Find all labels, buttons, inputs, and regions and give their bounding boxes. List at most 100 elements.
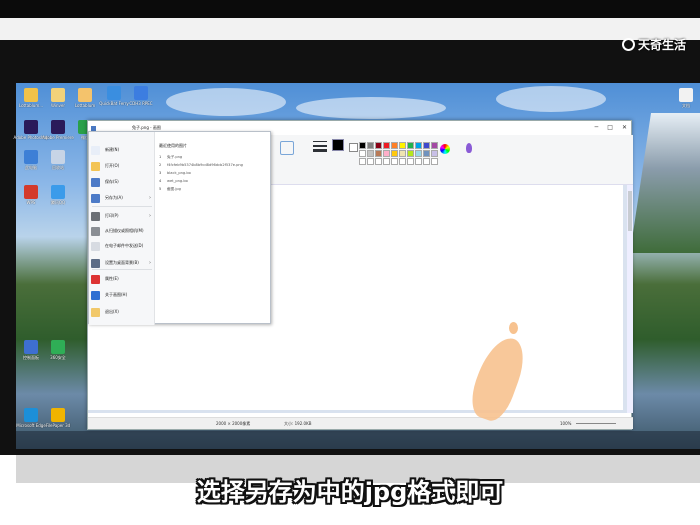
maximize-icon[interactable]: □ xyxy=(607,124,613,131)
file-menu-item-label: 设置为桌面背景(B) xyxy=(105,260,139,265)
close-icon[interactable]: ✕ xyxy=(622,124,627,131)
file-menu-item[interactable]: 关于画图(H) xyxy=(91,288,153,302)
shapes-icon[interactable] xyxy=(280,141,294,155)
desktop-icon-label: CDH3 RPEC xyxy=(129,101,153,106)
desktop-icon[interactable]: 回收站 xyxy=(47,150,69,171)
palette-swatch[interactable] xyxy=(431,158,438,165)
palette-swatch[interactable] xyxy=(399,150,406,157)
color1-swatch[interactable] xyxy=(332,139,344,151)
desktop-icon[interactable]: QuickBat Ferry xyxy=(99,86,129,106)
palette-swatch[interactable] xyxy=(367,142,374,149)
chevron-right-icon: › xyxy=(149,260,151,266)
palette-swatch[interactable] xyxy=(367,158,374,165)
desktop-icon[interactable]: 此电脑 xyxy=(20,150,42,171)
desktop-icon[interactable]: Winver xyxy=(47,88,69,108)
email-icon xyxy=(91,241,100,251)
app-icon xyxy=(24,120,38,134)
recent-picture-item[interactable]: 2 f4fcfeb9b5374b8b9cd8d96dcb2f537e.png xyxy=(159,163,243,167)
vertical-scrollbar[interactable] xyxy=(627,185,633,413)
palette-swatch[interactable] xyxy=(407,158,414,165)
palette-swatch[interactable] xyxy=(391,158,398,165)
palette-swatch[interactable] xyxy=(407,150,414,157)
open-folder-icon xyxy=(91,161,100,171)
recent-picture-item[interactable]: 5 截图.jpg xyxy=(159,187,181,192)
desktop-icon[interactable]: Lottablum xyxy=(74,88,96,108)
minimize-icon[interactable]: ─ xyxy=(595,124,599,131)
desktop-icon[interactable]: 腾讯QQ xyxy=(47,185,69,206)
desktop-icon[interactable]: FilePaper 3d xyxy=(46,408,70,428)
color2-swatch[interactable] xyxy=(349,143,358,152)
file-menu-item[interactable]: 退出(X) xyxy=(91,305,153,319)
desktop-icon[interactable]: Adobe Photoshop xyxy=(14,120,48,140)
desktop-icon-label: QuickBat Ferry xyxy=(99,101,129,106)
file-menu-item[interactable]: 另存为(A) › xyxy=(91,191,153,205)
recent-index: 1 xyxy=(159,155,162,159)
desktop-icon-label: Winver xyxy=(51,103,65,108)
palette-swatch[interactable] xyxy=(423,150,430,157)
palette-swatch[interactable] xyxy=(399,158,406,165)
file-menu-item[interactable]: 保存(S) xyxy=(91,175,153,189)
file-menu-item[interactable]: 打开(O) xyxy=(91,159,153,173)
palette-swatch[interactable] xyxy=(391,150,398,157)
palette-swatch[interactable] xyxy=(423,142,430,149)
recent-pictures-title: 最近使用的图片 xyxy=(159,143,187,148)
palette-swatch[interactable] xyxy=(375,158,382,165)
palette-swatch[interactable] xyxy=(399,142,406,149)
zoom-slider[interactable] xyxy=(576,423,616,424)
quick-access-icon[interactable] xyxy=(91,125,96,131)
desktop-icon[interactable]: 控制面板 xyxy=(20,340,42,361)
file-menu-item[interactable]: 在电子邮件中发送(D) xyxy=(91,239,153,253)
desktop-icon[interactable]: 360安全 xyxy=(47,340,69,361)
palette-swatch[interactable] xyxy=(383,150,390,157)
palette-swatch[interactable] xyxy=(383,158,390,165)
recent-picture-item[interactable]: 3 black_png.bo xyxy=(159,171,191,175)
file-menu-item-label: 打开(O) xyxy=(105,163,120,168)
scanner-icon xyxy=(91,226,100,236)
edit-colors-icon[interactable] xyxy=(440,144,450,154)
app-icon xyxy=(107,86,121,100)
desktop-icon[interactable]: WPS xyxy=(20,185,42,205)
palette-swatch[interactable] xyxy=(431,150,438,157)
recent-picture-item[interactable]: 4 wet_png.bo xyxy=(159,179,188,183)
palette-swatch[interactable] xyxy=(415,150,422,157)
recent-index: 5 xyxy=(159,187,162,191)
file-menu-item[interactable]: 从扫描仪或照相机(M) xyxy=(91,224,153,238)
palette-swatch[interactable] xyxy=(407,142,414,149)
desktop-icon-label: WPS xyxy=(26,200,36,205)
app-icon xyxy=(51,340,65,354)
palette-swatch[interactable] xyxy=(415,158,422,165)
app-icon xyxy=(24,408,38,422)
desktop-icon-label: Microsoft Edge xyxy=(16,423,46,428)
file-menu-item[interactable]: 设置为桌面背景(B) › xyxy=(91,256,153,270)
desktop-icon-document[interactable]: 文档 xyxy=(675,88,697,109)
palette-swatch[interactable] xyxy=(375,142,382,149)
palette-swatch[interactable] xyxy=(415,142,422,149)
desktop-icon[interactable]: Adobe Premiere xyxy=(42,120,74,140)
file-menu-item[interactable]: 属性(E) xyxy=(91,272,153,286)
size-icon[interactable] xyxy=(313,139,333,153)
palette-swatch[interactable] xyxy=(359,158,366,165)
file-size-text: 大小: 192.0KB xyxy=(284,421,312,426)
desktop-icon[interactable]: CDH3 RPEC xyxy=(129,86,153,106)
palette-swatch[interactable] xyxy=(391,142,398,149)
palette-swatch[interactable] xyxy=(375,150,382,157)
palette-swatch[interactable] xyxy=(359,142,366,149)
watermark: 天奇生活 xyxy=(621,36,686,53)
file-menu-item-label: 另存为(A) xyxy=(105,195,123,200)
file-menu-commands: 新建(N) 打开(O) 保存(S) 另存为(A) › 打印(P) › 从扫描仪或照相机(M) 在… xyxy=(89,132,155,325)
palette-swatch[interactable] xyxy=(367,150,374,157)
app-icon xyxy=(78,88,92,102)
palette-swatch[interactable] xyxy=(359,150,366,157)
desktop-icon[interactable]: Lottablum... xyxy=(19,88,43,108)
app-icon xyxy=(134,86,148,100)
recent-index: 2 xyxy=(159,163,162,167)
palette-swatch[interactable] xyxy=(383,142,390,149)
recent-picture-item[interactable]: 1 兔子.png xyxy=(159,155,182,160)
bunny-image-ear xyxy=(509,322,518,334)
file-menu-item[interactable]: 打印(P) › xyxy=(91,209,153,223)
palette-swatch[interactable] xyxy=(431,142,438,149)
desktop-icon[interactable]: Microsoft Edge xyxy=(16,408,46,428)
palette-swatch[interactable] xyxy=(423,158,430,165)
paint3d-icon[interactable] xyxy=(466,143,472,153)
file-menu-item[interactable]: 新建(N) xyxy=(91,143,153,157)
